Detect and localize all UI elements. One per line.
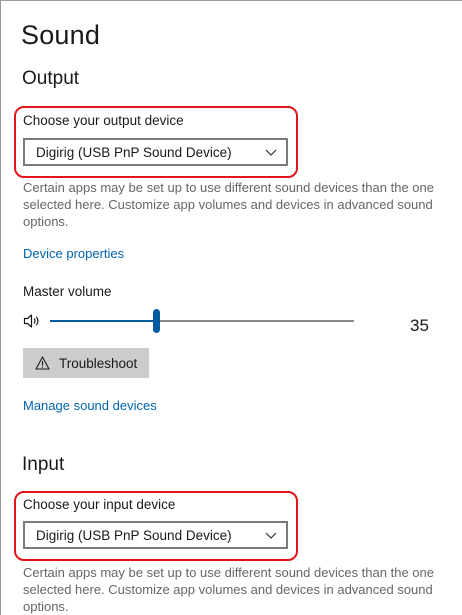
input-heading: Input [22,454,65,475]
troubleshoot-button[interactable]: Troubleshoot [23,348,150,378]
volume-slider-fill [50,320,156,322]
speaker-icon[interactable] [23,313,41,329]
warning-icon [35,356,50,370]
output-device-label: Choose your output device [23,113,184,128]
page-title: Sound [21,20,101,50]
input-description: Certain apps may be set up to use differ… [23,565,434,614]
input-device-select[interactable]: Digirig (USB PnP Sound Device) [23,521,288,549]
output-device-select[interactable]: Digirig (USB PnP Sound Device) [23,138,288,166]
output-description: Certain apps may be set up to use differ… [23,180,434,229]
master-volume-value: 35 [410,316,429,335]
input-device-label: Choose your input device [23,497,176,512]
chevron-down-icon [265,532,277,539]
chevron-down-icon [265,149,277,156]
manage-sound-devices-link[interactable]: Manage sound devices [23,398,157,413]
troubleshoot-label: Troubleshoot [59,355,138,371]
master-volume-slider[interactable] [50,309,354,333]
input-device-value: Digirig (USB PnP Sound Device) [36,527,232,543]
output-device-value: Digirig (USB PnP Sound Device) [36,144,232,160]
master-volume-label: Master volume [23,284,112,299]
output-heading: Output [22,68,80,89]
volume-slider-thumb[interactable] [153,309,160,333]
device-properties-link[interactable]: Device properties [23,246,124,261]
